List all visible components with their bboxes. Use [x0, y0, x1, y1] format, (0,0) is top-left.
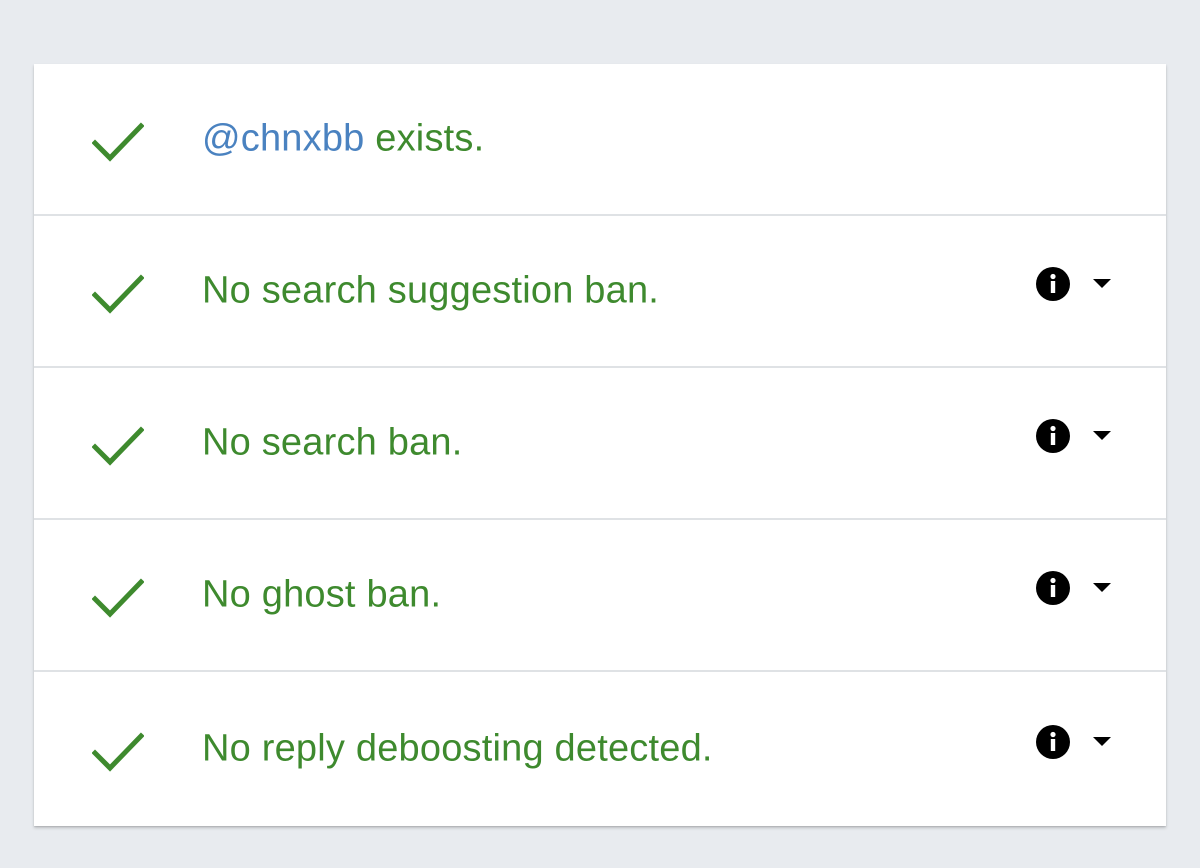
results-card: @chnxbb exists. No search suggestion ban…: [34, 64, 1166, 826]
caret-down-icon[interactable]: [1092, 430, 1112, 442]
result-label: No reply deboosting detected.: [202, 727, 713, 770]
result-label: No search suggestion ban.: [202, 269, 660, 312]
result-label: @chnxbb exists.: [202, 118, 484, 161]
check-icon: [92, 426, 144, 466]
result-row-exists: @chnxbb exists.: [34, 64, 1166, 216]
result-label: No search ban.: [202, 421, 463, 464]
check-icon: [92, 732, 144, 772]
result-text: exists.: [364, 117, 485, 160]
result-row-search-ban: No search ban.: [34, 368, 1166, 520]
result-label: No ghost ban.: [202, 573, 442, 616]
check-icon: [92, 578, 144, 618]
check-icon: [92, 122, 144, 162]
result-row-reply-deboosting: No reply deboosting detected.: [34, 672, 1166, 826]
caret-down-icon[interactable]: [1092, 736, 1112, 748]
caret-down-icon[interactable]: [1092, 278, 1112, 290]
info-icon[interactable]: [1036, 267, 1070, 301]
info-icon[interactable]: [1036, 725, 1070, 759]
username-link[interactable]: @chnxbb: [202, 118, 365, 160]
result-row-ghost-ban: No ghost ban.: [34, 520, 1166, 672]
result-row-search-suggestion-ban: No search suggestion ban.: [34, 216, 1166, 368]
caret-down-icon[interactable]: [1092, 582, 1112, 594]
check-icon: [92, 274, 144, 314]
info-icon[interactable]: [1036, 571, 1070, 605]
info-icon[interactable]: [1036, 419, 1070, 453]
